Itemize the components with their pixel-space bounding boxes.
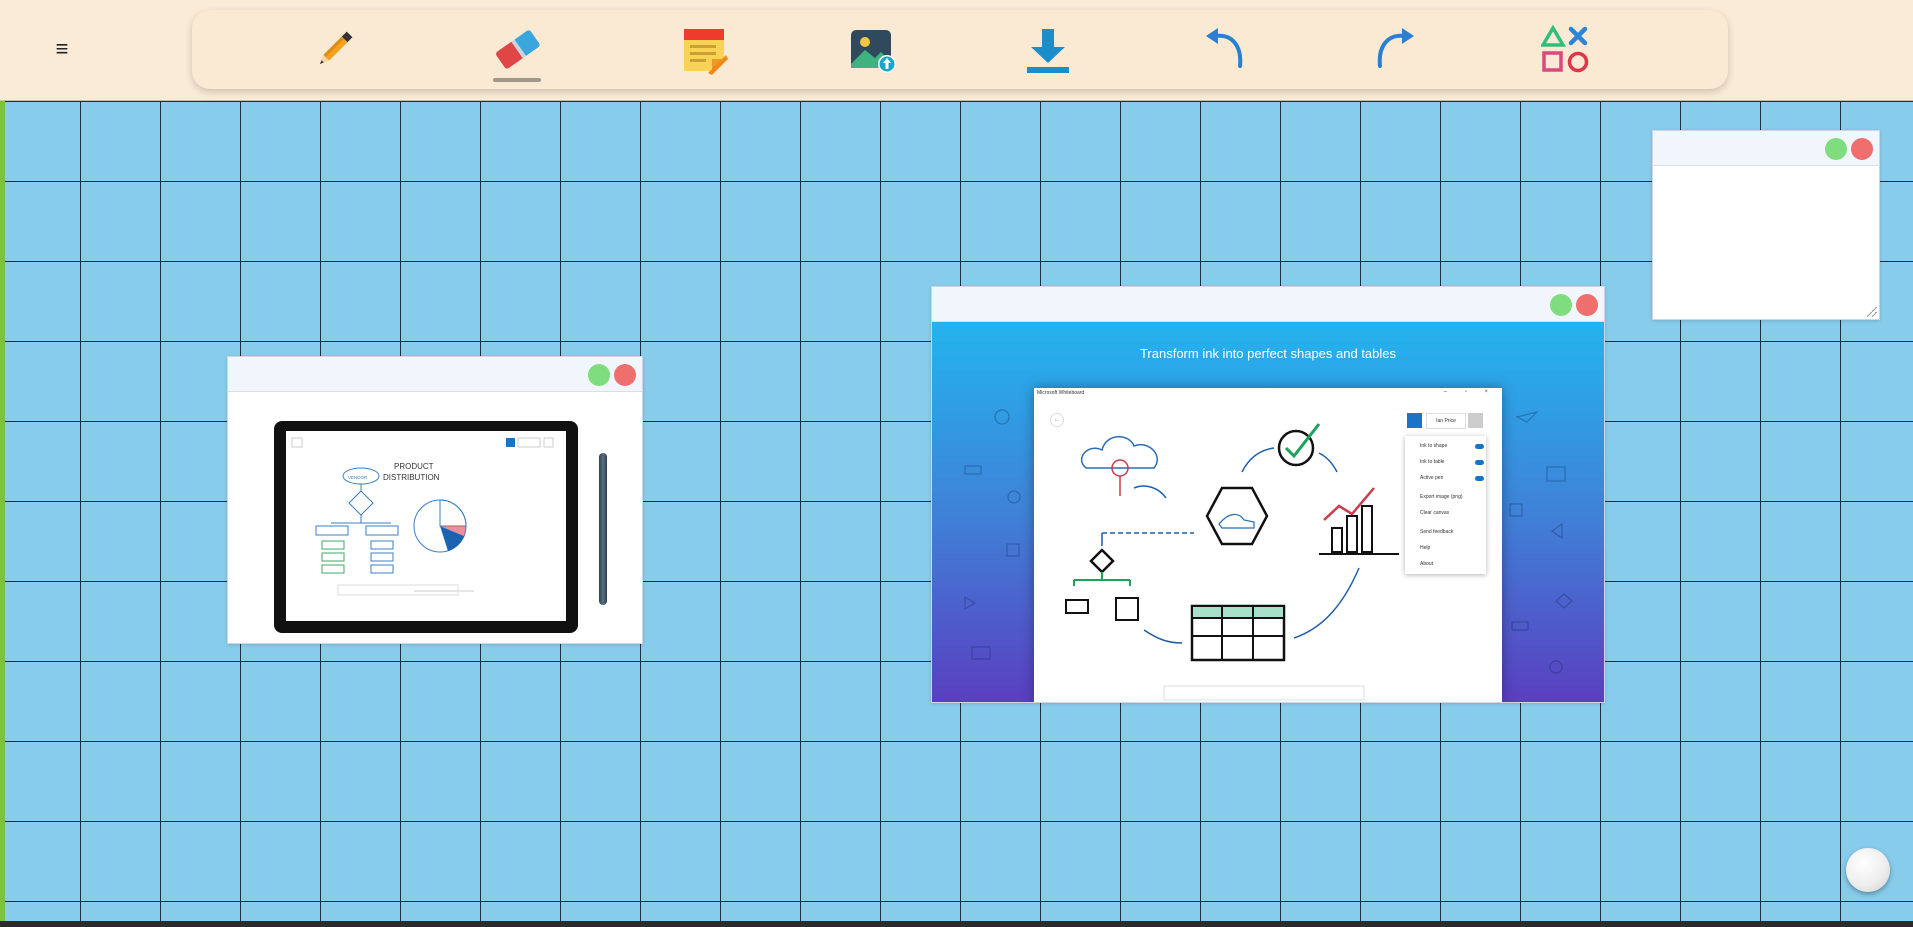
mockup-settings-icon xyxy=(1468,413,1483,428)
tablet-screen: PRODUCT DISTRIBUTION VENDOR xyxy=(286,431,566,621)
redo-button[interactable] xyxy=(1368,22,1424,78)
window-titlebar[interactable] xyxy=(932,287,1604,322)
download-button[interactable] xyxy=(1020,22,1076,78)
undo-button[interactable] xyxy=(1196,22,1252,78)
menu-item: Send feedback xyxy=(1420,529,1454,535)
eraser-button[interactable] xyxy=(489,22,545,82)
toolbar xyxy=(192,10,1728,89)
redo-icon xyxy=(1377,28,1414,68)
image-window-promo[interactable]: Transform ink into perfect shapes and ta… xyxy=(931,286,1605,703)
pencil-icon xyxy=(319,31,353,65)
maximize-button[interactable] xyxy=(588,364,610,386)
window-titlebar[interactable] xyxy=(228,357,642,392)
whiteboard-sketch: PRODUCT DISTRIBUTION VENDOR xyxy=(291,437,554,596)
hamburger-menu-button[interactable]: ≡ xyxy=(50,36,74,62)
vendor-label: VENDOR xyxy=(348,475,368,480)
top-bar: ≡ xyxy=(0,0,1913,101)
mockup-pen-icon xyxy=(1407,413,1422,428)
menu-item: Clear canvas xyxy=(1420,510,1450,516)
window-titlebar[interactable] xyxy=(1653,131,1879,166)
toggle-switch xyxy=(1475,460,1484,465)
sketch-title-line2: DISTRIBUTION xyxy=(383,473,440,482)
tablet-image: PRODUCT DISTRIBUTION VENDOR xyxy=(274,421,578,633)
menu-item: Export image (png) xyxy=(1420,494,1463,500)
stylus-pen xyxy=(599,453,607,605)
promo-image: Transform ink into perfect shapes and ta… xyxy=(932,322,1604,702)
download-icon xyxy=(1027,29,1069,73)
shapes-button[interactable] xyxy=(1538,22,1594,78)
close-button[interactable] xyxy=(1851,138,1873,160)
upload-image-button[interactable] xyxy=(846,22,902,78)
left-edge-strip xyxy=(0,0,5,921)
close-button[interactable] xyxy=(614,364,636,386)
note-textarea[interactable] xyxy=(1653,166,1879,319)
menu-item: Help xyxy=(1420,545,1431,551)
image-upload-icon xyxy=(851,30,896,73)
mockup-app-title: Microsoft Whiteboard xyxy=(1037,390,1085,396)
mockup-user-name: Ian Price xyxy=(1426,413,1466,429)
menu-item: Ink to shape xyxy=(1420,443,1448,449)
mockup-back-icon: ← xyxy=(1050,413,1064,427)
sticky-note-button[interactable] xyxy=(676,22,732,78)
eraser-icon xyxy=(496,30,540,69)
whiteboard-app-mockup: Microsoft Whiteboard – ▫ × ← Ian Price I… xyxy=(1034,388,1502,702)
maximize-button[interactable] xyxy=(1825,138,1847,160)
toggle-switch xyxy=(1475,444,1484,449)
image-window-tablet[interactable]: PRODUCT DISTRIBUTION VENDOR xyxy=(227,356,643,644)
sketch-title-line1: PRODUCT xyxy=(394,462,434,471)
mockup-settings-menu: Ink to shape Ink to table Active pen Exp… xyxy=(1405,436,1486,574)
menu-item: About xyxy=(1420,561,1434,567)
mockup-window-controls: – ▫ × xyxy=(1443,389,1496,395)
undo-icon xyxy=(1206,28,1243,68)
toggle-switch xyxy=(1475,476,1484,481)
pencil-button[interactable] xyxy=(306,22,362,78)
sticky-note-icon xyxy=(684,29,728,75)
close-button[interactable] xyxy=(1576,294,1598,316)
resize-handle[interactable] xyxy=(1867,307,1877,317)
shapes-icon xyxy=(1541,25,1589,73)
menu-item: Active pen xyxy=(1420,475,1444,481)
note-window[interactable] xyxy=(1652,130,1880,320)
menu-item: Ink to table xyxy=(1420,459,1445,465)
floating-action-button[interactable] xyxy=(1846,848,1890,892)
maximize-button[interactable] xyxy=(1550,294,1572,316)
